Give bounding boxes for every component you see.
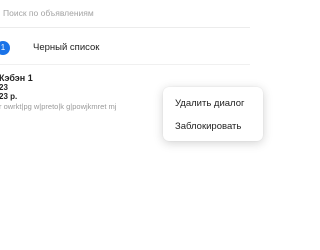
- search-bar[interactable]: Поиск по объявлениям: [0, 0, 250, 28]
- blacklist-row[interactable]: 1 Черный список: [0, 30, 250, 63]
- blacklist-count-badge: 1: [0, 41, 10, 55]
- chat-last-message: r owrkt|pg w|preto|k g|powjkmret mj: [0, 102, 117, 111]
- chat-price: 23 р.: [0, 92, 18, 101]
- divider: [0, 64, 250, 65]
- chat-title: Кэбэн 1: [0, 73, 33, 83]
- chat-subtitle: 23: [0, 83, 8, 92]
- chat-context-menu: Удалить диалог Заблокировать: [163, 87, 263, 141]
- blacklist-label: Черный список: [33, 42, 100, 53]
- block-user-menu-item[interactable]: Заблокировать: [175, 121, 241, 132]
- delete-dialog-menu-item[interactable]: Удалить диалог: [175, 98, 244, 109]
- search-placeholder: Поиск по объявлениям: [3, 8, 94, 18]
